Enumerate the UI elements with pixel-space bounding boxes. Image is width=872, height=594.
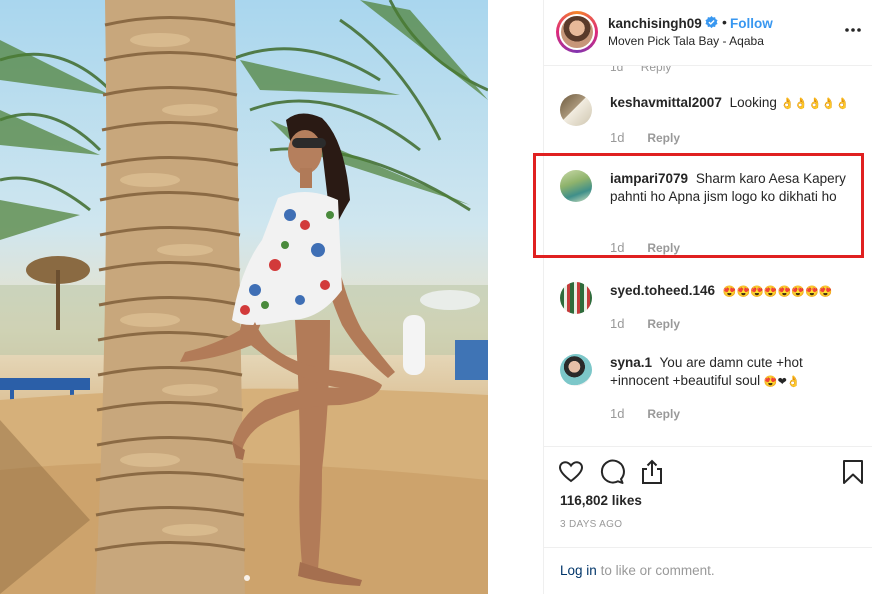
reply-button[interactable]: Reply — [641, 66, 672, 74]
heart-icon[interactable] — [558, 459, 584, 485]
post-header: kanchisingh09 • Follow Moven Pick Tala B… — [544, 0, 872, 66]
share-icon[interactable] — [639, 459, 665, 485]
story-ring[interactable] — [556, 11, 598, 53]
author-username[interactable]: kanchisingh09 — [608, 16, 702, 31]
beach-photo-illustration — [0, 0, 488, 594]
cut-off-comment-meta: 1d Reply — [610, 66, 685, 74]
verified-badge-icon — [705, 16, 718, 29]
comment-text: syna.1 You are damn cute +hot +innocent … — [610, 354, 860, 391]
commenter-username[interactable]: keshavmittal2007 — [610, 95, 722, 110]
comment-icon[interactable] — [599, 459, 625, 485]
more-horizontal-icon[interactable] — [844, 21, 862, 39]
login-prompt: Log in to like or comment. — [544, 547, 872, 594]
comment-emoji: 😍❤👌 — [763, 376, 801, 388]
comment-age: 1d — [610, 316, 625, 331]
login-rest: to like or comment. — [600, 563, 715, 578]
commenter-avatar[interactable] — [560, 94, 592, 126]
author-avatar[interactable] — [559, 14, 595, 50]
post-photo[interactable] — [0, 0, 488, 594]
comment-age: 1d — [610, 130, 625, 145]
commenter-avatar[interactable] — [560, 354, 592, 386]
header-separator: • — [722, 14, 727, 30]
comment-age: 1d — [610, 406, 625, 421]
comment-age: 1d — [610, 66, 624, 74]
comment-emoji: 😍😍😍😍😍😍😍😍 — [722, 286, 833, 298]
reply-button[interactable]: Reply — [647, 131, 680, 145]
follow-button[interactable]: Follow — [730, 16, 773, 31]
comment-text: syed.toheed.146 😍😍😍😍😍😍😍😍 — [610, 282, 860, 301]
comment-emoji: 👌👌👌👌👌 — [780, 98, 850, 110]
bookmark-icon[interactable] — [840, 459, 866, 485]
comment-meta: 1d Reply — [610, 130, 680, 145]
comment-meta: 1d Reply — [610, 316, 680, 331]
carousel-indicator-dot[interactable] — [244, 575, 250, 581]
reply-button[interactable]: Reply — [647, 317, 680, 331]
comment-text: keshavmittal2007 Looking 👌👌👌👌👌 — [610, 94, 860, 113]
commenter-username[interactable]: syna.1 — [610, 355, 652, 370]
post-location[interactable]: Moven Pick Tala Bay - Aqaba — [608, 34, 764, 48]
login-text: Log in to like or comment. — [560, 563, 715, 578]
comment-meta: 1d Reply — [610, 406, 680, 421]
commenter-username[interactable]: syed.toheed.146 — [610, 283, 715, 298]
login-link[interactable]: Log in — [560, 563, 597, 578]
commenter-avatar[interactable] — [560, 282, 592, 314]
post-date[interactable]: 3 DAYS AGO — [560, 519, 622, 530]
post-side-panel: kanchisingh09 • Follow Moven Pick Tala B… — [544, 0, 872, 594]
reply-button[interactable]: Reply — [647, 407, 680, 421]
comment-body: Looking — [729, 95, 777, 110]
highlight-annotation-box — [533, 153, 864, 258]
post-actions: 116,802 likes 3 DAYS AGO Log in to like … — [544, 446, 872, 594]
likes-count[interactable]: 116,802 likes — [560, 493, 642, 508]
